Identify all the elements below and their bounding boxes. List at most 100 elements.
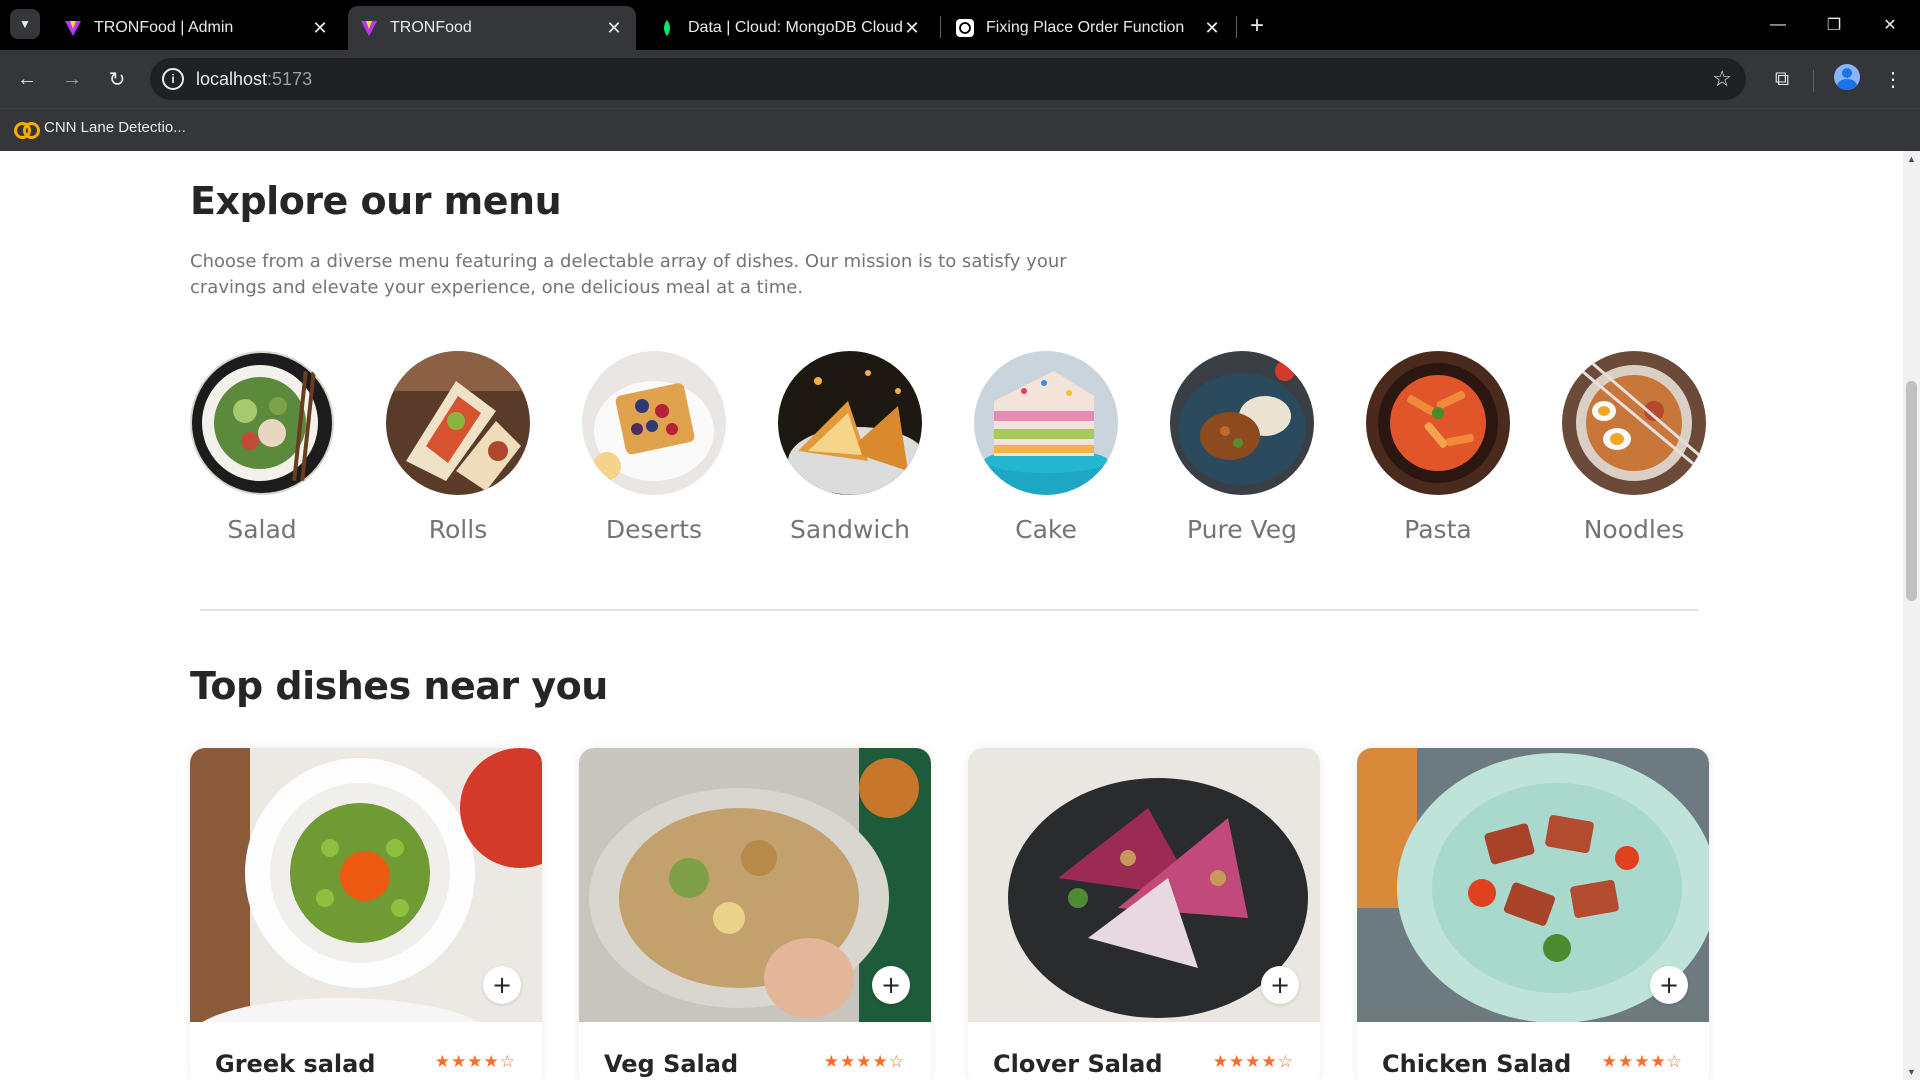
profile-avatar[interactable] bbox=[1834, 64, 1860, 90]
explore-menu-title: Explore our menu bbox=[190, 179, 562, 223]
menu-item-label: Sandwich bbox=[790, 515, 910, 544]
url-port: :5173 bbox=[267, 69, 313, 89]
close-window-button[interactable]: ✕ bbox=[1870, 10, 1910, 40]
browser-chrome: ▼ TRONFood | Admin ✕ TRONFood ✕ Data | C… bbox=[0, 0, 1920, 151]
colab-icon bbox=[14, 121, 40, 139]
add-to-cart-button[interactable]: + bbox=[1261, 966, 1299, 1004]
menu-item-label: Pasta bbox=[1404, 515, 1472, 544]
address-bar[interactable]: i localhost:5173 ☆ bbox=[150, 58, 1746, 100]
bookmark-star-icon[interactable]: ☆ bbox=[1712, 66, 1732, 92]
menu-item-label: Cake bbox=[1015, 515, 1077, 544]
menu-item-cake[interactable]: Cake bbox=[974, 351, 1118, 544]
menu-item-salad[interactable]: Salad bbox=[190, 351, 334, 544]
toolbar-separator bbox=[1813, 70, 1814, 92]
close-icon[interactable]: ✕ bbox=[1202, 18, 1222, 38]
food-card-greek-salad[interactable]: + Greek salad ★★★★☆ bbox=[190, 748, 542, 1080]
page-scrollbar[interactable]: ▲ ▼ bbox=[1903, 151, 1920, 1080]
food-card-veg-salad[interactable]: + Veg Salad ★★★★☆ bbox=[579, 748, 931, 1080]
rating-stars-icon: ★★★★☆ bbox=[434, 1052, 516, 1072]
menu-item-sandwich[interactable]: Sandwich bbox=[778, 351, 922, 544]
tab-label: Data | Cloud: MongoDB Cloud bbox=[688, 19, 902, 36]
plus-icon: + bbox=[491, 971, 513, 999]
puzzle-icon: ⧉ bbox=[1774, 67, 1790, 90]
scrollbar-thumb[interactable] bbox=[1906, 381, 1917, 601]
sandwich-image bbox=[778, 351, 922, 495]
tab-label: TRONFood | Admin bbox=[94, 19, 234, 36]
menu-item-label: Noodles bbox=[1583, 515, 1685, 544]
tab-tronfood[interactable]: TRONFood ✕ bbox=[348, 6, 636, 50]
food-name: Chicken Salad bbox=[1382, 1050, 1572, 1078]
browser-menu-button[interactable]: ⋮ bbox=[1876, 62, 1910, 96]
tab-mongodb[interactable]: Data | Cloud: MongoDB Cloud ✕ bbox=[646, 6, 934, 50]
url-text[interactable]: localhost:5173 bbox=[196, 69, 312, 90]
tab-separator bbox=[1236, 16, 1237, 38]
browser-toolbar: ← → ↻ i localhost:5173 ☆ ⧉ ⋮ bbox=[0, 50, 1920, 108]
menu-item-label: Pure Veg bbox=[1187, 515, 1297, 544]
page-viewport: Explore our menu Choose from a diverse m… bbox=[0, 151, 1920, 1080]
menu-item-deserts[interactable]: Deserts bbox=[582, 351, 726, 544]
minimize-button[interactable]: — bbox=[1758, 10, 1798, 40]
url-host: localhost bbox=[196, 69, 268, 89]
menu-item-label: Rolls bbox=[428, 515, 488, 544]
reload-icon: ↻ bbox=[108, 68, 126, 91]
plus-icon: + bbox=[1658, 971, 1680, 999]
explore-menu-description: Choose from a diverse menu featuring a d… bbox=[190, 251, 1067, 298]
reload-button[interactable]: ↻ bbox=[100, 62, 134, 96]
add-to-cart-button[interactable]: + bbox=[1650, 966, 1688, 1004]
add-to-cart-button[interactable]: + bbox=[483, 966, 521, 1004]
plus-icon: + bbox=[1269, 971, 1291, 999]
food-card-clover-salad[interactable]: + Clover Salad ★★★★☆ bbox=[968, 748, 1320, 1080]
tab-strip: ▼ TRONFood | Admin ✕ TRONFood ✕ Data | C… bbox=[0, 0, 1920, 50]
menu-item-pasta[interactable]: Pasta bbox=[1366, 351, 1510, 544]
food-card-chicken-salad[interactable]: + Chicken Salad ★★★★☆ bbox=[1357, 748, 1709, 1080]
greek-salad-image: + bbox=[190, 748, 542, 1022]
forward-button[interactable]: → bbox=[55, 62, 89, 96]
veg-salad-image: + bbox=[579, 748, 931, 1022]
chicken-salad-image: + bbox=[1357, 748, 1709, 1022]
salad-image bbox=[190, 351, 334, 495]
add-to-cart-button[interactable]: + bbox=[872, 966, 910, 1004]
new-tab-button[interactable]: + bbox=[1243, 12, 1271, 40]
bookmark-item[interactable]: CNN Lane Detectio... bbox=[14, 119, 186, 139]
menu-category-list: Salad Rolls Deserts Sandwich Cake Pure V… bbox=[190, 351, 1710, 551]
tab-label: Fixing Place Order Function bbox=[986, 19, 1185, 36]
chatgpt-icon bbox=[956, 19, 974, 37]
bookmark-label: CNN Lane Detectio... bbox=[44, 119, 186, 136]
scroll-down-icon[interactable]: ▼ bbox=[1907, 1067, 1916, 1077]
close-icon[interactable]: ✕ bbox=[604, 18, 624, 38]
close-icon[interactable]: ✕ bbox=[310, 18, 330, 38]
tab-label: TRONFood bbox=[390, 19, 472, 36]
arrow-right-icon: → bbox=[62, 67, 82, 90]
tab-separator bbox=[940, 16, 941, 38]
scroll-up-icon[interactable]: ▲ bbox=[1907, 154, 1916, 164]
menu-item-pure-veg[interactable]: Pure Veg bbox=[1170, 351, 1314, 544]
more-vert-icon: ⋮ bbox=[1883, 68, 1903, 91]
tab-tronfood-admin[interactable]: TRONFood | Admin ✕ bbox=[52, 6, 342, 50]
top-dishes-title: Top dishes near you bbox=[190, 664, 608, 708]
back-button[interactable]: ← bbox=[10, 62, 44, 96]
close-icon[interactable]: ✕ bbox=[902, 18, 922, 38]
section-divider bbox=[200, 609, 1698, 611]
arrow-left-icon: ← bbox=[17, 67, 37, 90]
minimize-icon: — bbox=[1770, 16, 1786, 33]
vite-icon bbox=[361, 21, 377, 36]
bookmarks-bar: CNN Lane Detectio... bbox=[0, 108, 1920, 151]
cake-image bbox=[974, 351, 1118, 495]
restore-button[interactable]: ❐ bbox=[1814, 10, 1854, 40]
rating-stars-icon: ★★★★☆ bbox=[1601, 1052, 1683, 1072]
vite-icon bbox=[65, 21, 81, 36]
menu-item-label: Deserts bbox=[605, 515, 703, 544]
rolls-image bbox=[386, 351, 530, 495]
restore-icon: ❐ bbox=[1826, 17, 1842, 34]
tab-search-button[interactable]: ▼ bbox=[10, 9, 40, 39]
food-name: Greek salad bbox=[215, 1050, 376, 1078]
menu-item-noodles[interactable]: Noodles bbox=[1562, 351, 1706, 544]
pure-veg-image bbox=[1170, 351, 1314, 495]
food-name: Veg Salad bbox=[604, 1050, 739, 1078]
site-info-icon[interactable]: i bbox=[162, 68, 184, 90]
extensions-button[interactable]: ⧉ bbox=[1765, 62, 1799, 96]
menu-item-rolls[interactable]: Rolls bbox=[386, 351, 530, 544]
noodles-image bbox=[1562, 351, 1706, 495]
plus-icon: + bbox=[1249, 12, 1264, 39]
tab-chatgpt[interactable]: Fixing Place Order Function ✕ bbox=[944, 6, 1234, 50]
